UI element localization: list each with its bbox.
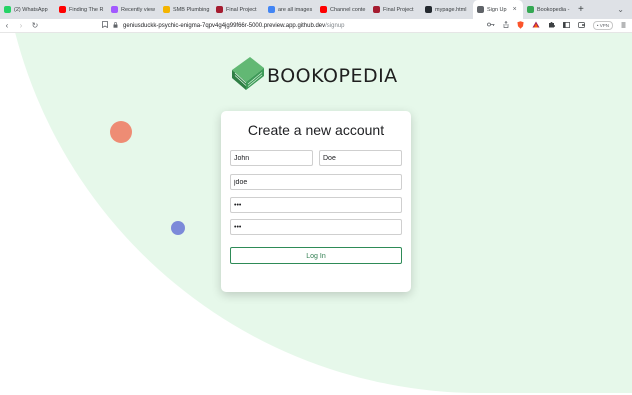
sidebar-icon[interactable] <box>562 21 570 30</box>
last-name-input[interactable] <box>319 150 402 166</box>
url-path: /signup <box>325 22 345 29</box>
menu-icon[interactable] <box>621 22 626 30</box>
share-icon[interactable] <box>503 21 509 30</box>
log-in-button[interactable]: Log In <box>230 247 402 264</box>
google-drive-icon <box>527 6 534 13</box>
page-viewport: BOOKOPEDIA Create a new account Log In <box>0 33 632 395</box>
globe-icon <box>477 6 484 13</box>
decorative-salmon-circle <box>110 121 132 143</box>
logo-title: BOOKOPEDIA <box>267 64 398 87</box>
browser-tab[interactable]: (2) WhatsApp <box>0 0 55 19</box>
browser-tab[interactable]: Channel conte <box>316 0 369 19</box>
google-icon <box>268 6 275 13</box>
signup-card: Create a new account Log In <box>221 111 411 292</box>
first-name-input[interactable] <box>230 150 313 166</box>
reload-icon[interactable]: ↻ <box>28 21 42 30</box>
browser-tab-label: mypage.html <box>435 6 467 13</box>
browser-tab-label: Bookopedia - <box>537 6 570 13</box>
vpn-button[interactable]: • VPN <box>592 21 613 30</box>
browser-tab-label: Finding The R <box>69 6 104 13</box>
browser-tab-label: are all images <box>278 6 313 13</box>
browser-tab-label: SMB Plumbing <box>173 6 210 13</box>
youtube-icon <box>59 6 66 13</box>
browser-tab[interactable]: Recently view <box>107 0 159 19</box>
bookopedia-logo[interactable]: BOOKOPEDIA <box>231 55 398 96</box>
confirm-password-input[interactable] <box>230 219 402 235</box>
browser-tab-label: Recently view <box>121 6 155 13</box>
whatsapp-icon <box>4 6 11 13</box>
extensions-puzzle-icon[interactable] <box>548 21 555 30</box>
browser-tab-label: Final Project <box>226 6 257 13</box>
tab-search-icon[interactable]: ⌄ <box>617 5 632 14</box>
browser-tab-label: (2) WhatsApp <box>14 6 48 13</box>
url-host: geniusduckk-psychic-enigma-7qpv4g4jg99f6… <box>123 22 326 29</box>
browser-tab[interactable]: Finding The R <box>55 0 107 19</box>
browser-tab[interactable]: SMB Plumbing <box>159 0 212 19</box>
browser-toolbar: ‹ › ↻ geniusduckk-psychic-enigma-7qpv4g4… <box>0 19 632 33</box>
bookmark-icon[interactable] <box>102 21 108 30</box>
browser-tab-label: Final Project <box>383 6 414 13</box>
forward-arrow-icon[interactable]: › <box>14 21 28 30</box>
brave-rewards-icon[interactable] <box>532 21 540 30</box>
browser-tab[interactable]: Bookopedia - <box>523 0 573 19</box>
form-title: Create a new account <box>247 122 385 138</box>
wallet-icon[interactable] <box>577 21 585 30</box>
smb-icon <box>163 6 170 13</box>
browser-tab-label: Sign Up <box>487 6 507 13</box>
password-input[interactable] <box>230 197 402 213</box>
close-tab-icon[interactable]: × <box>513 6 517 13</box>
back-arrow-icon[interactable]: ‹ <box>0 21 14 30</box>
key-icon[interactable] <box>487 22 495 29</box>
decorative-blue-circle <box>171 221 185 235</box>
lock-icon <box>113 21 118 30</box>
username-input[interactable] <box>230 174 402 190</box>
github-icon <box>425 6 432 13</box>
address-bar[interactable]: geniusduckk-psychic-enigma-7qpv4g4jg99f6… <box>102 21 345 30</box>
browser-tab[interactable]: Sign Up × <box>473 0 523 19</box>
browser-tab[interactable]: are all images <box>264 0 316 19</box>
browser-tab[interactable]: mypage.html <box>421 0 473 19</box>
harvard-shield-icon <box>373 6 380 13</box>
browser-tab[interactable]: Final Project <box>212 0 264 19</box>
browser-tab[interactable]: Final Project <box>369 0 421 19</box>
youtube-icon <box>320 6 327 13</box>
book-icon <box>231 55 265 96</box>
browser-tab-strip: (2) WhatsApp Finding The R Recently view SM… <box>0 0 632 19</box>
harvard-shield-icon <box>216 6 223 13</box>
browser-tab-label: Channel conte <box>330 6 366 13</box>
new-tab-button[interactable]: + <box>573 4 589 15</box>
figma-icon <box>111 6 118 13</box>
brave-shield-icon[interactable] <box>517 20 524 31</box>
